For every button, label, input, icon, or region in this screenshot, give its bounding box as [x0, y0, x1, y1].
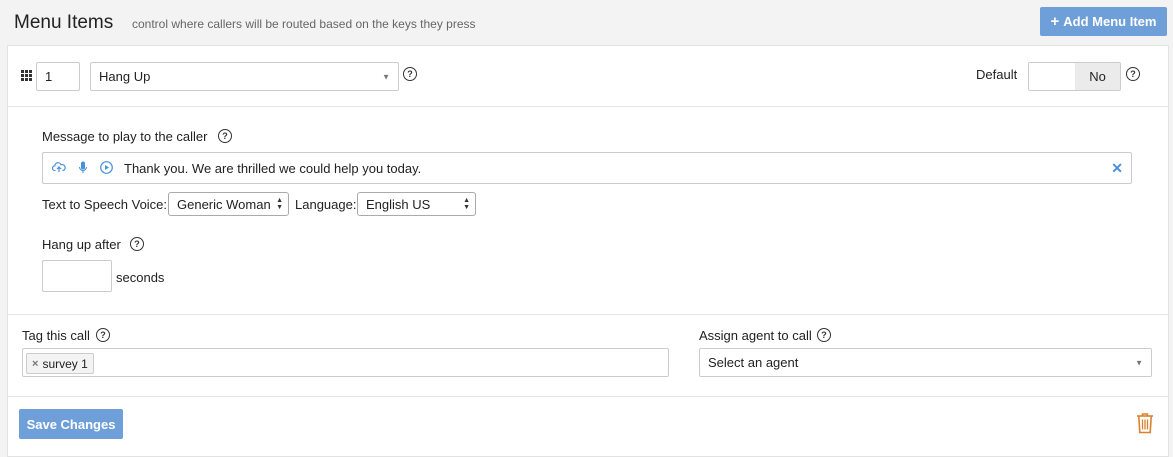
help-icon[interactable]: ?: [1126, 67, 1140, 81]
help-icon[interactable]: ?: [403, 67, 417, 81]
caret-down-icon: ▼: [382, 72, 390, 81]
tag-chip: × survey 1: [26, 353, 94, 374]
save-changes-button[interactable]: Save Changes: [19, 409, 123, 439]
assign-agent-select[interactable]: Select an agent ▼: [699, 348, 1152, 377]
language-label: Language:: [295, 197, 357, 212]
action-select-value: Hang Up: [99, 69, 151, 84]
hangup-label: Hang up after: [42, 237, 121, 252]
action-select[interactable]: Hang Up ▼: [90, 62, 399, 91]
caret-down-icon: ▼: [1135, 358, 1143, 367]
message-field[interactable]: Thank you. We are thrilled we could help…: [42, 152, 1132, 184]
assign-agent-label: Assign agent to call: [699, 328, 812, 343]
message-text: Thank you. We are thrilled we could help…: [124, 161, 422, 176]
help-icon[interactable]: ?: [218, 129, 232, 143]
clear-message-icon[interactable]: ✕: [1111, 160, 1123, 177]
divider: [8, 396, 1168, 397]
menu-items-header: Menu Items control where callers will be…: [0, 0, 1173, 44]
divider: [8, 314, 1168, 315]
hangup-seconds-input[interactable]: [42, 260, 112, 292]
select-arrows-icon: ▲ ▼: [463, 197, 470, 211]
microphone-icon[interactable]: [78, 161, 88, 177]
add-menu-item-label: Add Menu Item: [1063, 14, 1157, 29]
default-toggle[interactable]: No: [1028, 62, 1121, 91]
help-icon[interactable]: ?: [96, 328, 110, 342]
message-label: Message to play to the caller: [42, 129, 208, 144]
divider: [8, 106, 1168, 107]
seconds-label: seconds: [116, 270, 165, 285]
tts-voice-label: Text to Speech Voice:: [42, 197, 168, 212]
menu-key-input[interactable]: [36, 62, 80, 91]
default-label: Default: [976, 67, 1018, 82]
toggle-off-side: [1029, 63, 1075, 90]
tag-input[interactable]: × survey 1: [22, 348, 669, 377]
remove-tag-icon[interactable]: ×: [32, 358, 38, 370]
help-icon[interactable]: ?: [130, 237, 144, 251]
help-icon[interactable]: ?: [817, 328, 831, 342]
play-icon[interactable]: [100, 161, 113, 177]
plus-icon: +: [1050, 13, 1060, 30]
drag-handle-icon[interactable]: [21, 70, 33, 82]
tag-label: survey 1: [42, 356, 88, 371]
cloud-upload-icon[interactable]: [51, 161, 66, 176]
page-subtitle: control where callers will be routed bas…: [132, 17, 476, 31]
trash-icon[interactable]: [1136, 412, 1154, 434]
add-menu-item-button[interactable]: + Add Menu Item: [1040, 7, 1167, 36]
tag-call-label: Tag this call: [22, 328, 90, 343]
toggle-value: No: [1075, 63, 1120, 90]
select-arrows-icon: ▲ ▼: [276, 197, 283, 211]
language-select[interactable]: English US ▲ ▼: [357, 192, 476, 216]
tts-voice-select[interactable]: Generic Woman ▲ ▼: [168, 192, 289, 216]
page-title: Menu Items: [14, 12, 114, 33]
tts-voice-value: Generic Woman: [177, 196, 271, 212]
assign-agent-placeholder: Select an agent: [708, 355, 799, 370]
menu-item-panel: Hang Up ▼ ? Default No ? Message to play…: [7, 45, 1169, 457]
language-value: English US: [366, 196, 431, 212]
